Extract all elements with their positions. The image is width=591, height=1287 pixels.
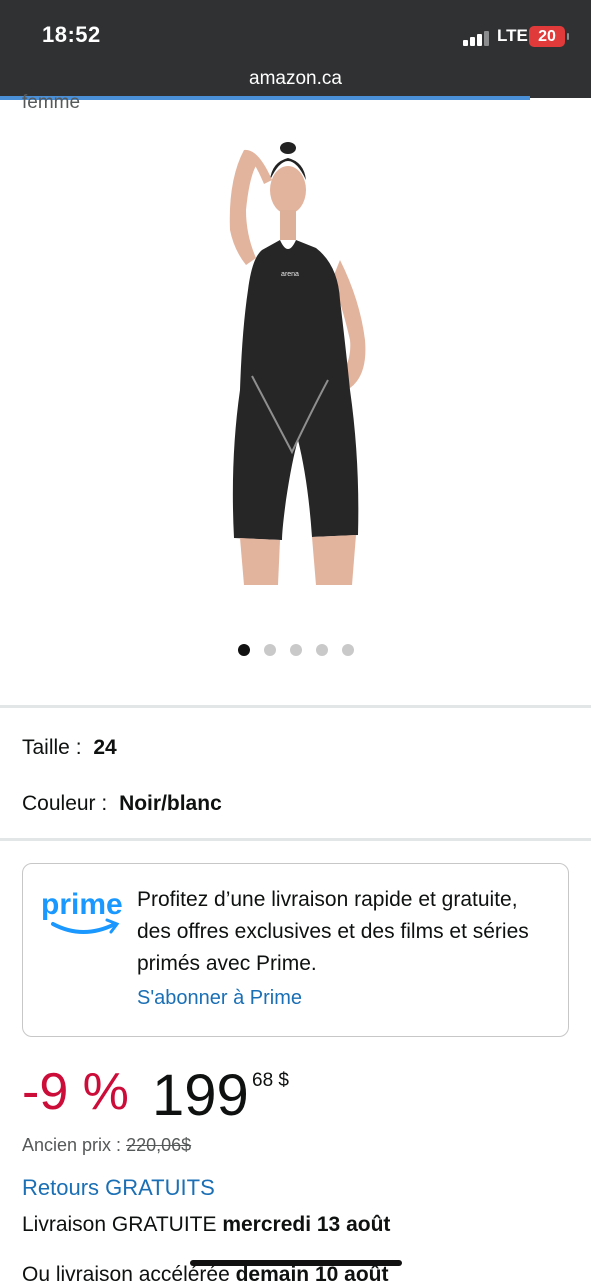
status-bar: 18:52 LTE 20 amazon.ca bbox=[0, 0, 591, 100]
carousel-dot[interactable] bbox=[316, 644, 328, 656]
address-bar[interactable]: amazon.ca bbox=[0, 68, 591, 90]
battery-icon: 20 bbox=[529, 26, 569, 47]
prime-message: Profitez d’une livraison rapide et gratu… bbox=[137, 888, 529, 975]
fast-delivery-date: demain 10 août bbox=[235, 1263, 389, 1286]
status-time: 18:52 bbox=[42, 22, 101, 47]
carousel-dot[interactable] bbox=[264, 644, 276, 656]
color-value: Noir/blanc bbox=[119, 792, 222, 815]
home-indicator[interactable] bbox=[190, 1260, 402, 1266]
old-price: Ancien prix : 220,06$ bbox=[22, 1135, 191, 1156]
free-returns-link[interactable]: Retours GRATUITS bbox=[22, 1175, 215, 1201]
divider bbox=[0, 705, 591, 708]
carousel-dot[interactable] bbox=[290, 644, 302, 656]
prime-logo-text: prime bbox=[41, 888, 123, 921]
product-image[interactable]: arena bbox=[200, 140, 390, 585]
product-title-fragment: femme bbox=[22, 92, 81, 113]
prime-logo-icon: prime bbox=[41, 888, 123, 934]
size-label: Taille : bbox=[22, 736, 82, 759]
carousel-dots[interactable] bbox=[238, 644, 358, 658]
network-label: LTE bbox=[497, 26, 528, 45]
old-price-value: 220,06$ bbox=[126, 1135, 192, 1155]
size-row[interactable]: Taille : 24 bbox=[22, 736, 117, 760]
carousel-dot[interactable] bbox=[342, 644, 354, 656]
svg-text:arena: arena bbox=[281, 271, 299, 278]
old-price-label: Ancien prix : bbox=[22, 1135, 122, 1155]
delivery-info: Livraison GRATUITE mercredi 13 août bbox=[22, 1213, 390, 1237]
divider bbox=[0, 838, 591, 841]
price-fraction: 68 $ bbox=[252, 1070, 289, 1091]
delivery-date: mercredi 13 août bbox=[222, 1213, 391, 1236]
signal-icon bbox=[463, 30, 491, 46]
discount-percent: -9 % bbox=[22, 1063, 129, 1121]
fast-delivery-info: Ou livraison accélérée demain 10 août bbox=[22, 1263, 389, 1287]
price-whole: 199 bbox=[152, 1063, 249, 1128]
delivery-prefix: Livraison GRATUITE bbox=[22, 1213, 223, 1236]
size-value: 24 bbox=[93, 736, 117, 759]
color-row[interactable]: Couleur : Noir/blanc bbox=[22, 792, 222, 816]
prime-subscribe-link[interactable]: S'abonner à Prime bbox=[137, 987, 302, 1010]
carousel-dot[interactable] bbox=[238, 644, 250, 656]
color-label: Couleur : bbox=[22, 792, 108, 815]
prime-promo-card: prime Profitez d’une livraison rapide et… bbox=[22, 863, 569, 1037]
fast-delivery-prefix: Ou livraison accélérée bbox=[22, 1263, 236, 1286]
